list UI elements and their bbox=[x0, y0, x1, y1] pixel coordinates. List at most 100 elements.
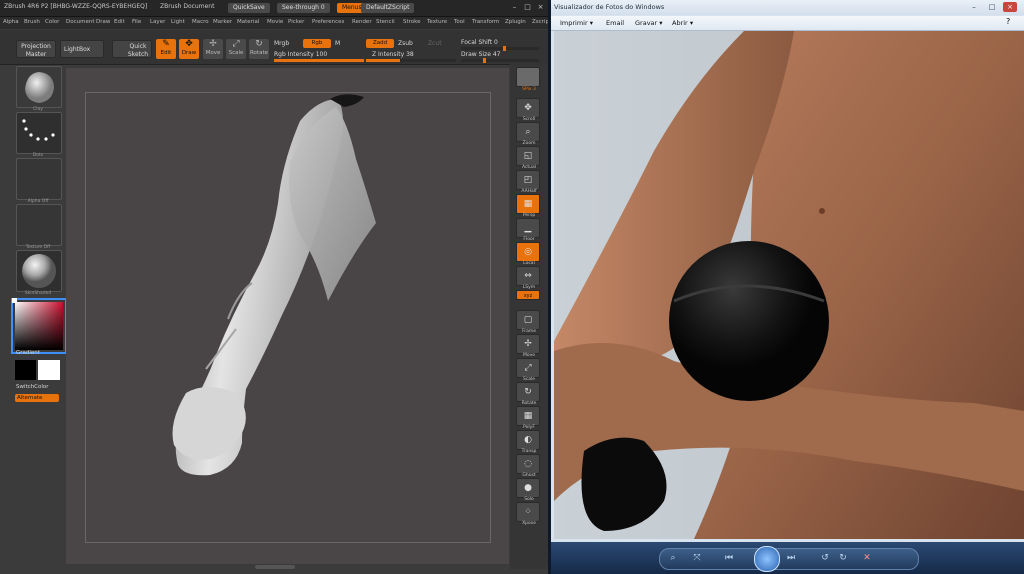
draw-size-slider[interactable]: Draw Size 47 bbox=[461, 51, 500, 58]
tool-scale-button[interactable]: ⤢ bbox=[516, 358, 540, 378]
tool-lsym-button[interactable]: ⇔ bbox=[516, 266, 540, 286]
stroke-thumbnail[interactable] bbox=[16, 112, 62, 154]
scale-button[interactable]: ⤢ Scale bbox=[226, 39, 246, 59]
tool-move-button[interactable]: ✢ bbox=[516, 334, 540, 354]
tool-actual-button[interactable]: ◱ bbox=[516, 146, 540, 166]
rgb-button[interactable]: Rgb bbox=[303, 39, 331, 48]
zcut-button[interactable]: Zcut bbox=[428, 40, 442, 47]
m-button[interactable]: M bbox=[335, 40, 340, 47]
tool-frame-button[interactable]: ▢ bbox=[516, 310, 540, 330]
tool-persp-button[interactable]: ▦ bbox=[516, 194, 540, 214]
lightbox-button[interactable]: LightBox bbox=[60, 40, 104, 58]
edit-button[interactable]: ✎ Edit bbox=[156, 39, 176, 59]
document-area[interactable] bbox=[85, 92, 491, 543]
brush-thumbnail[interactable] bbox=[16, 66, 62, 108]
minimize-icon[interactable]: – bbox=[510, 3, 519, 12]
previous-icon[interactable]: ⏮ bbox=[722, 552, 736, 564]
menu-item-transform[interactable]: Transform bbox=[472, 19, 499, 25]
menu-item-draw[interactable]: Draw bbox=[96, 19, 110, 25]
close-icon[interactable]: × bbox=[1003, 2, 1017, 12]
menu-item-render[interactable]: Render bbox=[352, 19, 372, 25]
zoom-icon[interactable]: ⌕ bbox=[666, 552, 680, 564]
spix-control[interactable]: SPix 3 bbox=[510, 87, 548, 92]
z-intensity-slider[interactable]: Z Intensity 38 bbox=[372, 51, 414, 58]
menu-item-brush[interactable]: Brush bbox=[24, 19, 40, 25]
tool-xpose-button[interactable]: ⁘ bbox=[516, 502, 540, 522]
maximize-icon[interactable]: □ bbox=[523, 3, 532, 12]
rgb-intensity-slider[interactable]: Rgb Intensity 100 bbox=[274, 51, 327, 58]
switch-color-button[interactable]: SwitchColor bbox=[16, 384, 49, 390]
menu-item-material[interactable]: Material bbox=[237, 19, 259, 25]
menu-item-light[interactable]: Light bbox=[171, 19, 185, 25]
help-icon[interactable]: ? bbox=[1006, 17, 1010, 26]
print-menu[interactable]: Imprimir ▾ bbox=[560, 19, 593, 27]
tool-aahalf-button[interactable]: ◰ bbox=[516, 170, 540, 190]
rotate-left-icon[interactable]: ↺ bbox=[818, 552, 832, 564]
quicksave-button[interactable]: QuickSave bbox=[228, 3, 270, 13]
menu-item-stencil[interactable]: Stencil bbox=[376, 19, 395, 25]
menu-item-file[interactable]: File bbox=[132, 19, 141, 25]
email-button[interactable]: Email bbox=[606, 19, 624, 27]
menu-item-picker[interactable]: Picker bbox=[288, 19, 304, 25]
tool-solo-button[interactable]: ● bbox=[516, 478, 540, 498]
tool-ghost-button[interactable]: ◌ bbox=[516, 454, 540, 474]
maximize-icon[interactable]: □ bbox=[985, 2, 999, 12]
tool-thumbnail[interactable] bbox=[516, 67, 540, 87]
texture-thumbnail[interactable] bbox=[16, 204, 62, 246]
menu-item-macro[interactable]: Macro bbox=[192, 19, 209, 25]
see-through-slider[interactable]: See-through 0 bbox=[277, 3, 330, 13]
menu-item-marker[interactable]: Marker bbox=[213, 19, 232, 25]
tool-rotate-button[interactable]: ↻ bbox=[516, 382, 540, 402]
close-icon[interactable]: × bbox=[536, 3, 545, 12]
tool-local-button[interactable]: ◎ bbox=[516, 242, 540, 262]
menu-item-movie[interactable]: Movie bbox=[267, 19, 283, 25]
menu-item-alpha[interactable]: Alpha bbox=[3, 19, 19, 25]
tool-floor-button[interactable]: ▁ bbox=[516, 218, 540, 238]
menu-item-tool[interactable]: Tool bbox=[454, 19, 465, 25]
menu-item-edit[interactable]: Edit bbox=[114, 19, 125, 25]
actual-size-icon[interactable]: ⤧ bbox=[690, 552, 704, 564]
next-icon[interactable]: ⏭ bbox=[784, 552, 798, 564]
material-thumbnail[interactable] bbox=[16, 250, 62, 292]
rotate-right-icon[interactable]: ↻ bbox=[836, 552, 850, 564]
menu-item-layer[interactable]: Layer bbox=[150, 19, 165, 25]
secondary-color-swatch[interactable] bbox=[38, 360, 60, 380]
mrgb-button[interactable]: Mrgb bbox=[274, 40, 289, 47]
tool-polyf-button[interactable]: ▦ bbox=[516, 406, 540, 426]
main-color-swatch[interactable] bbox=[15, 360, 36, 380]
focal-shift-knob[interactable] bbox=[503, 46, 506, 51]
menu-item-preferences[interactable]: Preferences bbox=[312, 19, 344, 25]
open-menu[interactable]: Abrir ▾ bbox=[672, 19, 693, 27]
bottom-tray-handle[interactable] bbox=[255, 565, 295, 569]
menu-item-zscript[interactable]: Zscript bbox=[532, 19, 548, 25]
color-picker[interactable] bbox=[13, 300, 65, 352]
menu-item-document[interactable]: Document bbox=[66, 19, 95, 25]
tool-transp-button[interactable]: ◐ bbox=[516, 430, 540, 450]
projection-master-button[interactable]: Projection Master bbox=[16, 40, 56, 58]
zsub-button[interactable]: Zsub bbox=[398, 40, 413, 47]
quick-sketch-button[interactable]: Quick Sketch bbox=[112, 40, 152, 58]
focal-shift-track[interactable] bbox=[461, 46, 539, 51]
focal-shift-slider[interactable]: Focal Shift 0 bbox=[461, 39, 498, 46]
delete-icon[interactable]: ✕ bbox=[860, 552, 874, 564]
move-button[interactable]: ✢ Move bbox=[203, 39, 223, 59]
menu-item-texture[interactable]: Texture bbox=[427, 19, 447, 25]
zadd-button[interactable]: Zadd bbox=[366, 39, 394, 48]
z-intensity-track[interactable] bbox=[366, 59, 456, 62]
alternate-button[interactable]: Alternate bbox=[15, 394, 59, 402]
draw-button[interactable]: ✥ Draw bbox=[179, 39, 199, 59]
menu-item-zplugin[interactable]: Zplugin bbox=[505, 19, 526, 25]
tool-gxyz-button[interactable]: xyz bbox=[516, 290, 540, 300]
rgb-intensity-track[interactable] bbox=[274, 59, 364, 62]
slideshow-icon[interactable] bbox=[754, 546, 780, 572]
gradient-button[interactable]: Gradient bbox=[16, 350, 40, 356]
menu-item-color[interactable]: Color bbox=[45, 19, 59, 25]
draw-size-knob[interactable] bbox=[483, 58, 486, 63]
rotate-button[interactable]: ↻ Rotate bbox=[249, 39, 269, 59]
tool-scroll-button[interactable]: ✥ bbox=[516, 98, 540, 118]
minimize-icon[interactable]: – bbox=[967, 2, 981, 12]
tool-zoom-button[interactable]: ⌕ bbox=[516, 122, 540, 142]
draw-size-track[interactable] bbox=[461, 58, 539, 63]
default-zscript-button[interactable]: DefaultZScript bbox=[361, 3, 415, 13]
burn-menu[interactable]: Gravar ▾ bbox=[635, 19, 663, 27]
